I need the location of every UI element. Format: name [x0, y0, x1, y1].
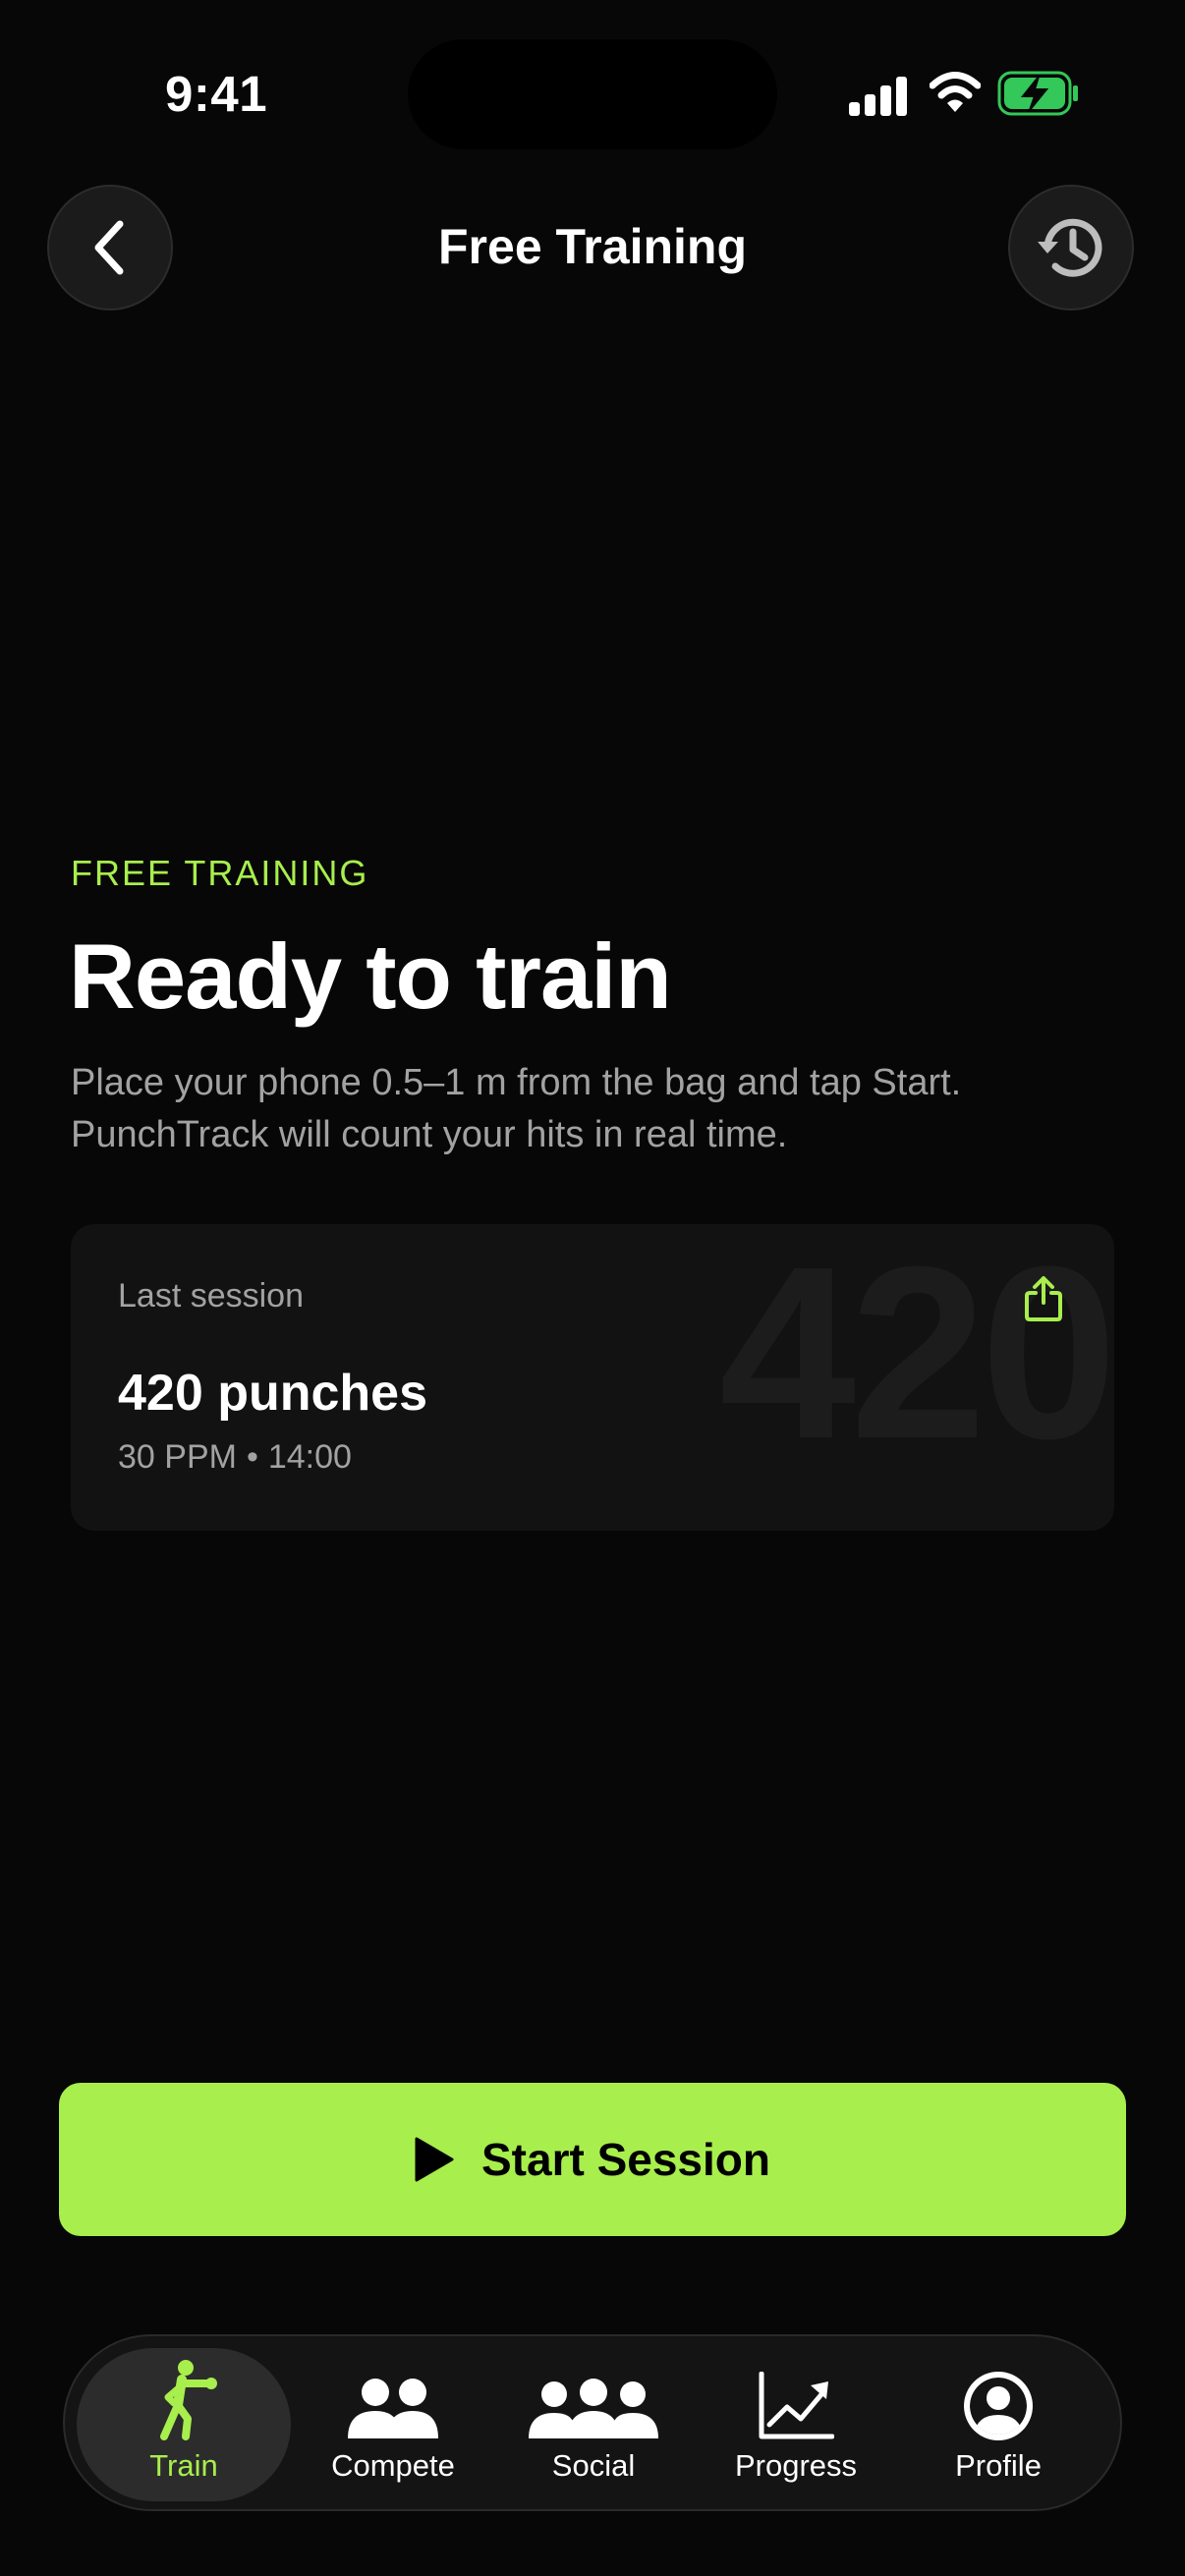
- dynamic-island: [408, 39, 777, 149]
- tab-bar: Train Compete Social Progress Profile: [63, 2334, 1122, 2511]
- last-session-punches: 420 punches: [118, 1365, 428, 1422]
- start-session-label: Start Session: [481, 2134, 770, 2185]
- section-eyebrow: FREE TRAINING: [71, 853, 369, 893]
- start-session-button[interactable]: Start Session: [59, 2083, 1126, 2236]
- last-session-label: Last session: [118, 1277, 304, 1315]
- three-users-icon: [529, 2379, 658, 2438]
- two-users-icon: [348, 2379, 438, 2438]
- chart-trend-icon: [759, 2372, 834, 2439]
- tab-train-label: Train: [149, 2448, 218, 2483]
- meta-separator: •: [246, 1438, 258, 1476]
- history-button[interactable]: [1008, 185, 1134, 310]
- share-icon[interactable]: [1022, 1275, 1065, 1322]
- wifi-icon: [930, 72, 981, 112]
- tab-profile-label: Profile: [955, 2448, 1042, 2483]
- last-session-duration: 14:00: [267, 1438, 352, 1476]
- history-clock-icon: [1038, 218, 1102, 277]
- card-watermark: 420: [719, 1224, 1114, 1489]
- instructions-text: Place your phone 0.5–1 m from the bag an…: [71, 1062, 962, 1155]
- tab-compete-label: Compete: [331, 2448, 455, 2483]
- headline: Ready to train: [69, 924, 672, 1028]
- tab-compete[interactable]: Compete: [297, 2348, 489, 2501]
- last-session-meta: 30 PPM • 14:00: [118, 1438, 352, 1477]
- boxer-icon: [160, 2360, 217, 2440]
- tab-profile[interactable]: Profile: [900, 2348, 1097, 2501]
- battery-charging-icon: [997, 71, 1078, 116]
- last-session-card[interactable]: 420 Last session 420 punches 30 PPM • 14:0…: [71, 1224, 1114, 1531]
- tab-progress-label: Progress: [734, 2448, 858, 2483]
- tab-social[interactable]: Social: [495, 2348, 692, 2501]
- user-circle-icon: [964, 2372, 1033, 2440]
- tab-progress[interactable]: Progress: [698, 2348, 894, 2501]
- tab-train[interactable]: Train: [77, 2348, 291, 2501]
- cellular-signal-icon: [849, 77, 907, 116]
- tab-social-label: Social: [551, 2448, 636, 2483]
- last-session-ppm: 30 PPM: [118, 1438, 237, 1476]
- status-time: 9:41: [165, 66, 268, 122]
- play-icon: [415, 2137, 454, 2182]
